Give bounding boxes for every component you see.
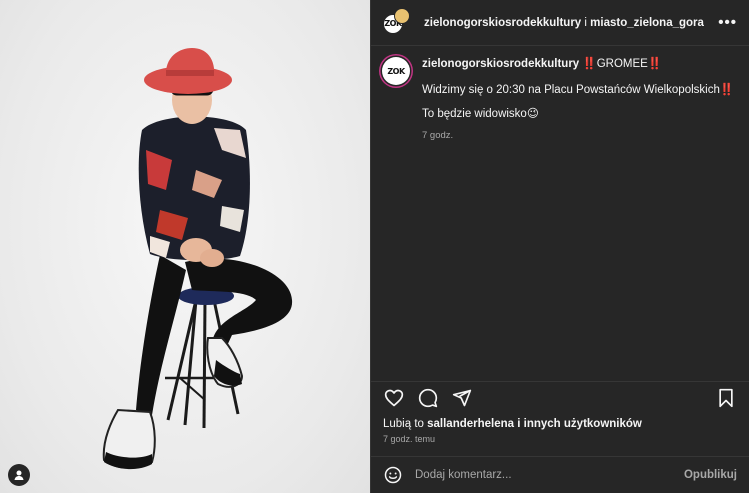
likes-others[interactable]: i innych użytkowników [514,418,642,430]
caption-avatar[interactable]: ZOK [382,57,410,85]
caption: ZOK zielonogorskiosrodekkultury ‼️GROMEE… [371,46,749,143]
liker-username[interactable]: sallanderhelena [427,418,514,430]
caption-body: zielonogorskiosrodekkultury ‼️GROMEE‼️ W… [422,57,734,143]
comment-icon[interactable] [416,386,440,410]
more-horizontal-icon[interactable]: ••• [718,15,737,30]
action-bar [371,381,749,413]
post-timestamp[interactable]: 7 godz. temu [383,434,435,444]
comment-bar: Opublikuj [371,456,749,493]
post-modal: ZOK zielonogorskiosrodekkultury i miasto… [0,0,749,493]
wink-emoji: 😉 [526,108,539,120]
post-image[interactable] [0,0,370,493]
collab-avatars[interactable]: ZOK [382,7,416,37]
user-tag-icon[interactable] [8,464,30,486]
caption-title: GROMEE [596,58,648,70]
bookmark-icon[interactable] [714,386,738,410]
heart-icon[interactable] [382,386,406,410]
author-link[interactable]: zielonogorskiosrodekkultury [424,17,581,29]
photo-illustration [102,48,293,470]
publish-button[interactable]: Opublikuj [684,469,737,481]
post-header: ZOK zielonogorskiosrodekkultury i miasto… [371,0,749,46]
exclamation-emoji: ‼️ [647,58,663,70]
caption-line: Widzimy się o 20:30 na Placu Powstańców … [422,84,720,96]
share-icon[interactable] [450,386,474,410]
post-sidebar: ZOK zielonogorskiosrodekkultury i miasto… [370,0,749,493]
exclamation-emoji: ‼️ [719,84,735,96]
exclamation-emoji: ‼️ [582,58,597,70]
caption-time[interactable]: 7 godz. [422,128,734,143]
comment-input[interactable] [415,469,684,481]
coauthor-avatar[interactable] [394,7,410,24]
caption-line: To będzie widowisko [422,108,527,120]
smiley-icon[interactable] [383,465,403,485]
coauthor-link[interactable]: miasto_zielona_gora [590,17,704,29]
likes-summary: Lubią to sallanderhelena i innych użytko… [383,418,642,430]
likes-prefix: Lubią to [383,418,428,430]
post-authors: zielonogorskiosrodekkultury i miasto_zie… [424,17,704,29]
caption-username[interactable]: zielonogorskiosrodekkultury [422,58,579,70]
author-separator: i [581,16,591,29]
